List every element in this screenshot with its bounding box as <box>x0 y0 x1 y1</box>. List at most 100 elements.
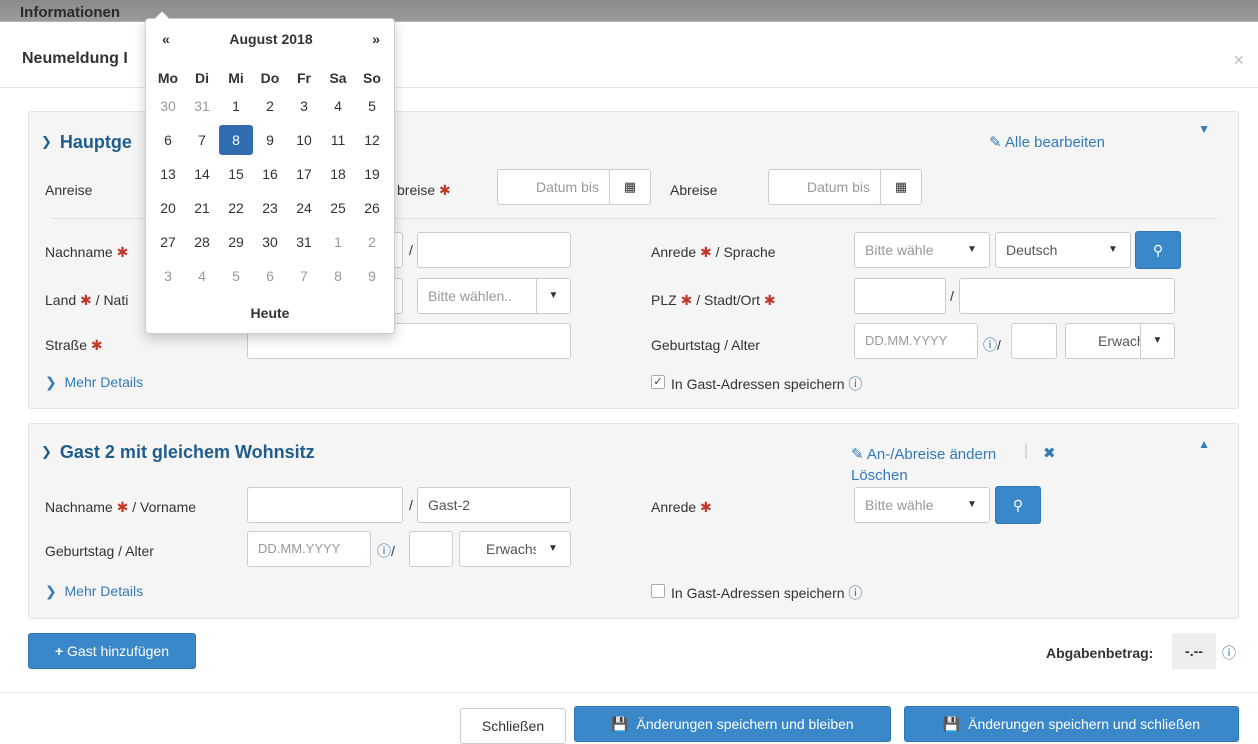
day-cell[interactable]: 7 <box>185 125 219 155</box>
save-address-checkbox[interactable] <box>651 584 665 598</box>
caret-down-icon[interactable]: ▼ <box>1198 122 1210 136</box>
date-to-input[interactable]: Datum bis <box>497 169 610 205</box>
panel-title-guest-2[interactable]: ❯ Gast 2 mit gleichem Wohnsitz <box>41 442 315 463</box>
nachname-input[interactable] <box>247 487 403 523</box>
day-cell[interactable]: 4 <box>185 261 219 291</box>
info-icon[interactable]: ⓘ <box>848 376 862 392</box>
day-cell[interactable]: 3 <box>151 261 185 291</box>
geburtstag-label: Geburtstag / Alter <box>45 543 154 559</box>
day-cell[interactable]: 23 <box>253 193 287 223</box>
chevron-down-icon: ❯ <box>41 444 52 459</box>
plz-input[interactable] <box>854 278 946 314</box>
vorname-input[interactable]: Gast-2 <box>417 487 571 523</box>
day-cell[interactable]: 9 <box>253 125 287 155</box>
day-cell[interactable]: 19 <box>355 159 389 189</box>
day-cell[interactable]: 15 <box>219 159 253 189</box>
day-cell[interactable]: 22 <box>219 193 253 223</box>
anrede-label: Anrede ✱ <box>651 499 712 515</box>
day-cell[interactable]: 9 <box>355 261 389 291</box>
geburtstag-input[interactable]: DD.MM.YYYY <box>854 323 978 359</box>
info-icon[interactable]: ⓘ/ <box>983 335 1001 355</box>
mehr-details-link[interactable]: ❯ Mehr Details <box>45 583 143 600</box>
required-icon: ✱ <box>90 337 103 353</box>
day-cell[interactable]: 5 <box>355 91 389 121</box>
anrede-label: Anrede ✱ / Sprache <box>651 244 776 260</box>
anrede-select[interactable]: Bitte wähle ▼ <box>854 232 990 268</box>
delete-icon[interactable]: ✖ <box>1043 444 1056 462</box>
delete-link[interactable]: Löschen <box>851 467 908 484</box>
day-cell[interactable]: 2 <box>253 91 287 121</box>
footer-divider <box>0 692 1258 693</box>
day-cell[interactable]: 2 <box>355 227 389 257</box>
day-cell[interactable]: 6 <box>253 261 287 291</box>
change-dates-link[interactable]: ✎ An-/Abreise ändern <box>851 445 996 463</box>
datepicker-month-switch[interactable]: August 2018 <box>146 31 396 47</box>
day-cell[interactable]: 24 <box>287 193 321 223</box>
day-cell[interactable]: 30 <box>253 227 287 257</box>
day-cell[interactable]: 20 <box>151 193 185 223</box>
vorname-input[interactable] <box>417 232 571 268</box>
day-cell[interactable]: 12 <box>355 125 389 155</box>
info-icon[interactable]: ⓘ <box>848 585 862 601</box>
day-cell[interactable]: 7 <box>287 261 321 291</box>
day-cell[interactable]: 29 <box>219 227 253 257</box>
edit-all-link[interactable]: ✎ Alle bearbeiten <box>989 133 1105 151</box>
day-cell[interactable]: 25 <box>321 193 355 223</box>
sprache-select[interactable]: Deutsch ▼ <box>995 232 1131 268</box>
day-cell[interactable]: 30 <box>151 91 185 121</box>
day-cell[interactable]: 11 <box>321 125 355 155</box>
today-button[interactable]: Heute <box>146 305 394 321</box>
day-cell[interactable]: 4 <box>321 91 355 121</box>
next-month-button[interactable]: » <box>372 31 380 47</box>
day-cell[interactable]: 6 <box>151 125 185 155</box>
alter-input[interactable] <box>409 531 453 567</box>
datepicker-popup: « August 2018 » Mo Di Mi Do Fr Sa So 30 31 1 2 3 4 5 6… <box>145 11 396 334</box>
date-to-input-2[interactable]: Datum bis <box>768 169 881 205</box>
day-cell[interactable]: 18 <box>321 159 355 189</box>
day-cell[interactable]: 13 <box>151 159 185 189</box>
day-cell[interactable]: 21 <box>185 193 219 223</box>
nation-select[interactable]: Bitte wählen.. ▼ <box>417 278 571 314</box>
geburtstag-input[interactable]: DD.MM.YYYY <box>247 531 371 567</box>
alter-select[interactable]: Erwachs ▼ <box>1065 323 1175 359</box>
caret-down-icon: ▼ <box>536 279 570 313</box>
day-cell[interactable]: 3 <box>287 91 321 121</box>
day-cell[interactable]: 26 <box>355 193 389 223</box>
day-cell[interactable]: 8 <box>219 125 253 155</box>
save-stay-button[interactable]: 💾 Änderungen speichern und bleiben <box>574 706 891 742</box>
close-icon[interactable]: × <box>1233 50 1244 71</box>
caret-up-icon[interactable]: ▲ <box>1198 437 1210 451</box>
save-address-label: In Gast-Adressen speichern ⓘ <box>671 585 863 601</box>
panel-title-main-guest[interactable]: ❯ Hauptge <box>41 132 132 153</box>
calendar-icon[interactable]: ▦ <box>609 169 651 205</box>
anrede-select[interactable]: Bitte wähle ▼ <box>854 487 990 523</box>
day-cell[interactable]: 5 <box>219 261 253 291</box>
strasse-label: Straße ✱ <box>45 337 103 353</box>
day-cell[interactable]: 1 <box>321 227 355 257</box>
day-cell[interactable]: 10 <box>287 125 321 155</box>
day-cell[interactable]: 17 <box>287 159 321 189</box>
close-button[interactable]: Schließen <box>460 708 566 744</box>
day-cell[interactable]: 16 <box>253 159 287 189</box>
alter-select[interactable]: Erwachs ▼ <box>459 531 571 567</box>
info-icon[interactable]: ⓘ/ <box>377 541 395 561</box>
day-cell[interactable]: 27 <box>151 227 185 257</box>
chevron-down-icon: ❯ <box>41 134 52 149</box>
save-address-checkbox[interactable]: ✓ <box>651 375 665 389</box>
add-guest-button[interactable]: + Gast hinzufügen <box>28 633 196 669</box>
day-cell[interactable]: 1 <box>219 91 253 121</box>
search-button[interactable]: ⚲ <box>995 486 1041 524</box>
day-cell[interactable]: 14 <box>185 159 219 189</box>
save-close-button[interactable]: 💾 Änderungen speichern und schließen <box>904 706 1239 742</box>
stadt-input[interactable] <box>959 278 1175 314</box>
alter-input[interactable] <box>1011 323 1057 359</box>
mehr-details-link[interactable]: ❯ Mehr Details <box>45 374 143 391</box>
pencil-icon: ✎ <box>989 134 1002 151</box>
search-button[interactable]: ⚲ <box>1135 231 1181 269</box>
info-icon[interactable]: ⓘ <box>1222 643 1236 663</box>
day-cell[interactable]: 31 <box>185 91 219 121</box>
calendar-icon-2[interactable]: ▦ <box>880 169 922 205</box>
day-cell[interactable]: 31 <box>287 227 321 257</box>
day-cell[interactable]: 8 <box>321 261 355 291</box>
day-cell[interactable]: 28 <box>185 227 219 257</box>
